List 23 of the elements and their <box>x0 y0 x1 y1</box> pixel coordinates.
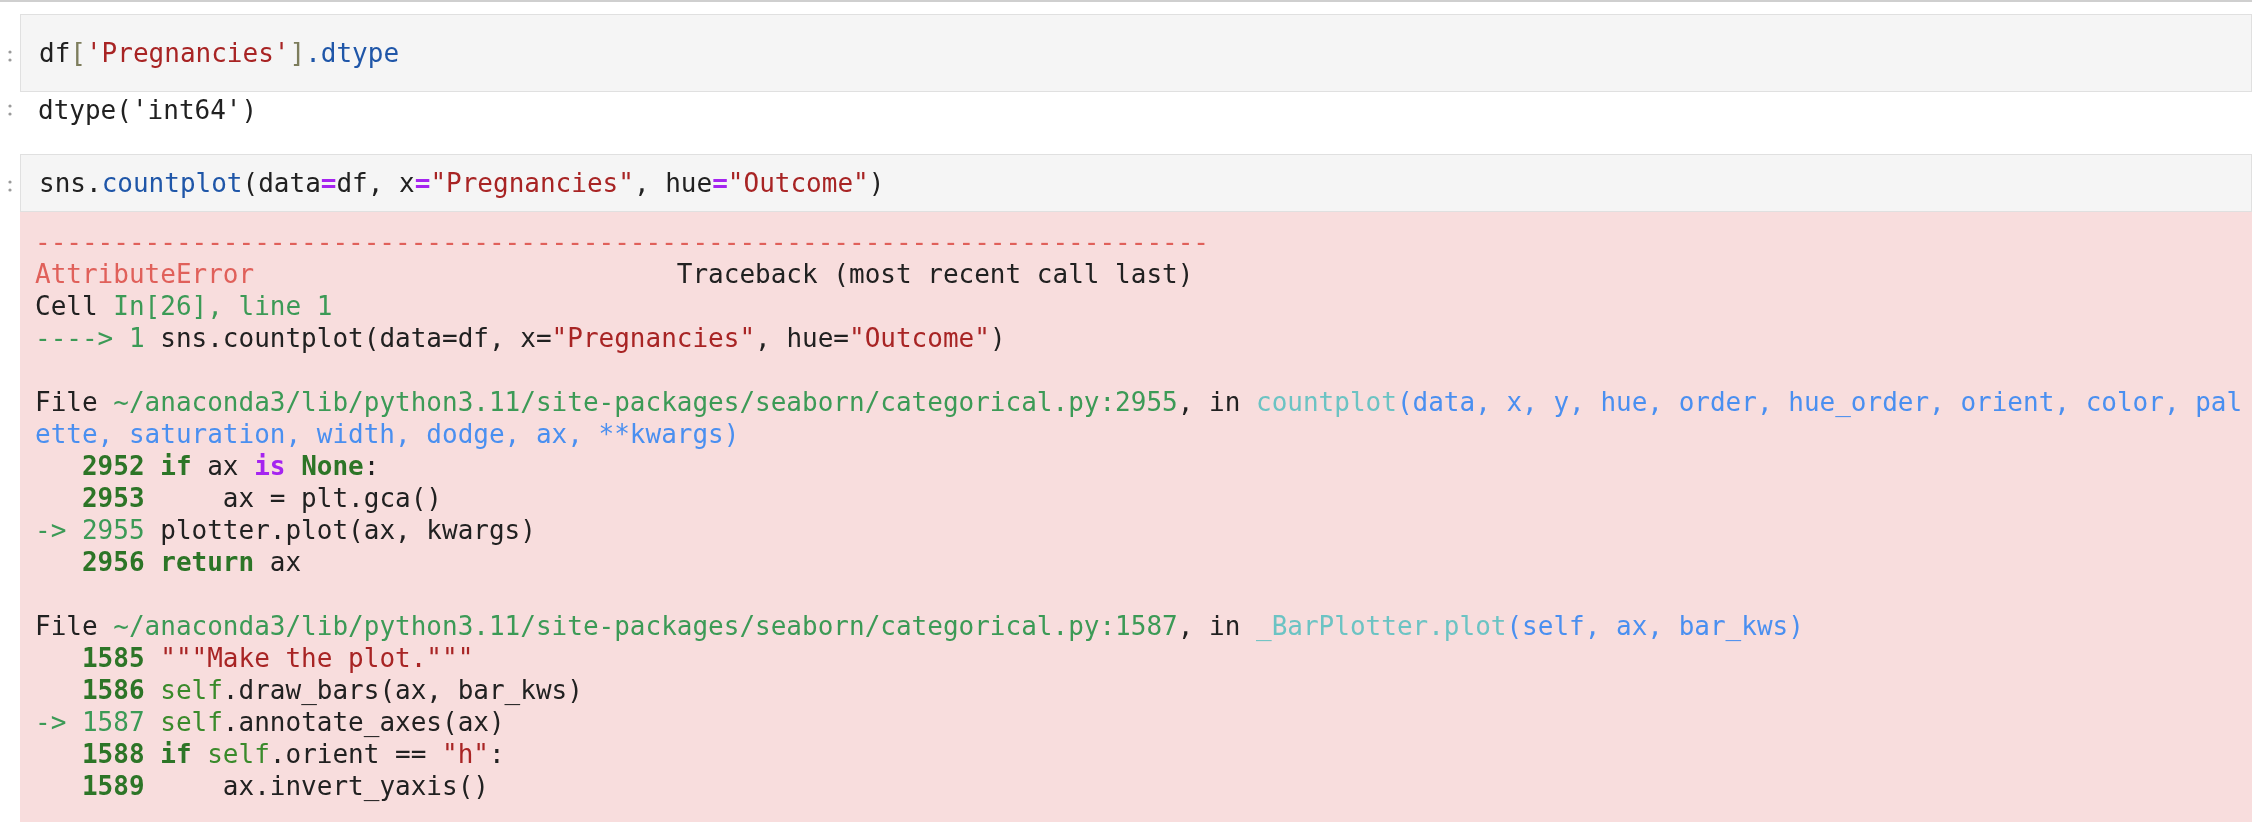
drag-handle-icon[interactable] <box>8 104 12 116</box>
traceback-line: Cell In[26], line 1 <box>35 290 334 322</box>
traceback-line: --------------------------------------------------------------------------- <box>35 226 1210 258</box>
code-line: sns.countplot(data=df, x="Pregnancies", hue="Outcome") <box>39 167 886 199</box>
traceback-line: File ~/anaconda3/lib/python3.11/site-packages/seaborn/categorical.py:1587, in _BarPlotter.plot(self, ax, bar_kws) <box>35 610 1805 642</box>
traceback-line: -> 2955 plotter.plot(ax, kwargs) <box>35 514 537 546</box>
traceback-line: 1585 """Make the plot.""" <box>80 642 475 674</box>
code-line: df['Pregnancies'].dtype <box>39 37 401 69</box>
traceback-line: 2952 if ax is None: <box>80 450 381 482</box>
traceback-line: 1588 if self.orient == "h": <box>80 738 506 770</box>
traceback-line: ----> 1 sns.countplot(data=df, x="Pregnancies", hue="Outcome") <box>35 322 1007 354</box>
traceback-line: 2956 return ax <box>80 546 303 578</box>
traceback-line: 1586 self.draw_bars(ax, bar_kws) <box>80 674 584 706</box>
code-input-area[interactable]: df['Pregnancies'].dtype <box>20 14 2252 92</box>
drag-handle-icon[interactable] <box>8 50 12 62</box>
traceback-line: 1589 ax.invert_yaxis() <box>80 770 490 802</box>
drag-handle-icon[interactable] <box>8 180 12 192</box>
traceback-line: AttributeError Traceback (most recent call last) <box>35 258 1195 290</box>
code-input-area[interactable]: sns.countplot(data=df, x="Pregnancies", hue="Outcome") <box>20 154 2252 212</box>
output-text: dtype('int64') <box>38 94 259 126</box>
traceback-line: ette, saturation, width, dodge, ax, **kwargs) <box>35 418 741 450</box>
traceback-line: -> 1587 self.annotate_axes(ax) <box>35 706 506 738</box>
traceback-line: 2953 ax = plt.gca() <box>80 482 443 514</box>
